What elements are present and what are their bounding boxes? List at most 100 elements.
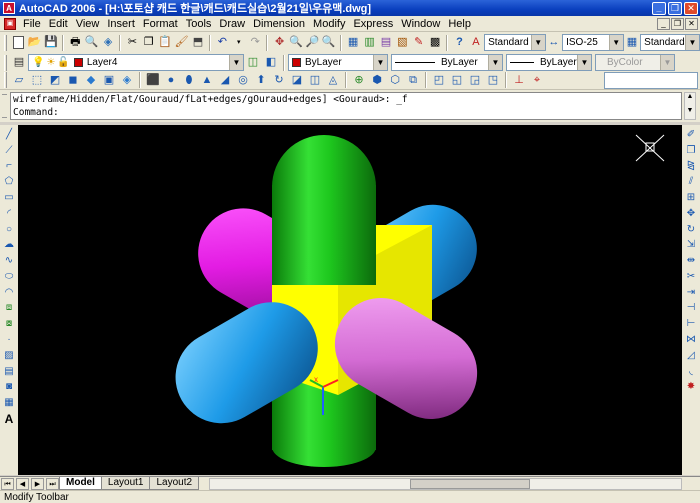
make-object-layer-current-icon[interactable]: ◫ (245, 55, 261, 71)
join-icon[interactable]: ⋈ (684, 333, 699, 348)
text-style-icon[interactable]: A (469, 35, 483, 51)
dim-style-icon[interactable]: ↔ (547, 35, 561, 51)
sphere-icon[interactable]: ● (163, 72, 179, 88)
menu-view[interactable]: View (72, 18, 104, 30)
cone-icon[interactable]: ▲ (199, 72, 215, 88)
doc-restore-button[interactable]: ❐ (671, 17, 684, 30)
command-prompt[interactable]: Command: (13, 106, 681, 119)
block-editor-icon[interactable]: ⬒ (191, 35, 205, 51)
hidden-icon[interactable]: ◩ (47, 72, 63, 88)
array-icon[interactable]: ⊞ (684, 191, 699, 206)
zoom-previous-icon[interactable]: 🔍 (322, 35, 336, 51)
scrollbar-thumb[interactable] (410, 478, 531, 489)
intersect-icon[interactable]: ⧉ (405, 72, 421, 88)
menu-modify[interactable]: Modify (309, 18, 349, 30)
2d-wireframe-icon[interactable]: ▱ (11, 72, 27, 88)
markup-icon[interactable]: ✎ (412, 35, 426, 51)
rectangle-icon[interactable]: ▭ (2, 191, 17, 206)
make-block-icon[interactable]: ⧇ (2, 317, 17, 332)
sheet-set-icon[interactable]: ▧ (395, 35, 409, 51)
toolbar-grip[interactable] (4, 72, 7, 88)
extrude-icon[interactable]: ⬆ (253, 72, 269, 88)
menu-edit[interactable]: Edit (45, 18, 72, 30)
revision-cloud-icon[interactable]: ☁ (2, 238, 17, 253)
cut-icon[interactable]: ✂ (125, 35, 139, 51)
publish-icon[interactable]: ◈ (101, 35, 115, 51)
cylinder-icon[interactable]: ⬮ (181, 72, 197, 88)
torus-icon[interactable]: ◎ (235, 72, 251, 88)
zoom-realtime-icon[interactable]: 🔍 (289, 35, 303, 51)
open-file-icon[interactable]: 📂 (27, 35, 42, 51)
autocad-a-icon[interactable]: A (3, 2, 15, 14)
color-control-combo[interactable]: ByLayer ▼ (288, 54, 388, 71)
move-icon[interactable]: ✥ (684, 206, 699, 221)
layer-combo[interactable]: 💡 ☀ 🔓 Layer4 ▼ (28, 54, 244, 71)
match-properties-icon[interactable]: 🖌 (174, 35, 189, 51)
flat-edges-icon[interactable]: ▣ (101, 72, 117, 88)
revolve-icon[interactable]: ↻ (271, 72, 287, 88)
menu-help[interactable]: Help (444, 18, 475, 30)
toolbar-grip[interactable] (4, 54, 7, 71)
redo-icon[interactable]: ↷ (248, 35, 262, 51)
polygon-icon[interactable]: ⬠ (2, 175, 17, 190)
menu-file[interactable]: File (19, 18, 45, 30)
rotate-icon[interactable]: ↻ (684, 222, 699, 237)
model-space-viewport[interactable]: x (18, 125, 682, 475)
hatch-icon[interactable]: ▨ (2, 348, 17, 363)
table-icon[interactable]: ▦ (2, 396, 17, 411)
copy-object-icon[interactable]: ❐ (684, 143, 699, 158)
new-file-icon[interactable] (11, 35, 25, 51)
tab-layout2[interactable]: Layout2 (149, 477, 200, 490)
print-preview-icon[interactable]: 🔍 (84, 35, 99, 51)
spline-icon[interactable]: ∿ (2, 254, 17, 269)
linetype-control-combo[interactable]: ByLayer ▼ (391, 54, 503, 71)
point-icon[interactable]: · (2, 333, 17, 348)
subtract-icon[interactable]: ⬡ (387, 72, 403, 88)
multiline-text-icon[interactable]: A (2, 411, 17, 426)
dim-style-combo[interactable]: ISO-25 ▼ (562, 34, 624, 51)
break-icon[interactable]: ⊢ (684, 317, 699, 332)
doc-minimize-button[interactable]: _ (657, 17, 670, 30)
region-icon[interactable]: ◙ (2, 380, 17, 395)
undo-icon[interactable]: ↶ (215, 35, 229, 51)
text-style-combo[interactable]: Standard ▼ (484, 34, 546, 51)
ellipse-icon[interactable]: ⬭ (2, 269, 17, 284)
flat-shaded-icon[interactable]: ◼ (65, 72, 81, 88)
box-icon[interactable]: ⬛ (145, 72, 161, 88)
doc-close-button[interactable]: ✕ (685, 17, 698, 30)
command-scrollbar[interactable]: ▲ ▼ (684, 92, 696, 120)
explode-icon[interactable]: ✸ (684, 380, 699, 395)
first-tab-button[interactable]: ⏮ (1, 477, 14, 490)
ucs-origin-icon[interactable]: ⌖ (529, 72, 545, 88)
construction-line-icon[interactable]: ⟋ (2, 143, 17, 158)
front-view-icon[interactable]: ◱ (449, 72, 465, 88)
properties-icon[interactable]: ▦ (346, 35, 360, 51)
paste-icon[interactable]: 📋 (158, 35, 172, 51)
minimize-button[interactable]: _ (652, 1, 666, 15)
menu-draw[interactable]: Draw (215, 18, 249, 30)
named-ucs-combo[interactable] (604, 71, 698, 89)
layer-manager-icon[interactable]: ▤ (11, 55, 27, 71)
layer-previous-icon[interactable]: ◧ (263, 55, 279, 71)
offset-icon[interactable]: ⫽ (684, 175, 699, 190)
menu-express[interactable]: Express (349, 18, 397, 30)
gouraud-edges-icon[interactable]: ◈ (119, 72, 135, 88)
insert-block-icon[interactable]: ⧈ (2, 301, 17, 316)
last-tab-button[interactable]: ⏭ (46, 477, 59, 490)
pan-realtime-icon[interactable]: ✥ (272, 35, 286, 51)
fillet-icon[interactable]: ◟ (684, 364, 699, 379)
3d-wireframe-icon[interactable]: ⬚ (29, 72, 45, 88)
document-icon[interactable]: ▣ (4, 17, 16, 30)
interfere-icon[interactable]: ◬ (325, 72, 341, 88)
wedge-icon[interactable]: ◢ (217, 72, 233, 88)
copy-icon[interactable]: ❐ (142, 35, 156, 51)
tab-layout1[interactable]: Layout1 (100, 477, 151, 490)
polyline-icon[interactable]: ⌐ (2, 159, 17, 174)
scale-icon[interactable]: ⇲ (684, 238, 699, 253)
ellipse-arc-icon[interactable]: ◠ (2, 285, 17, 300)
ne-iso-view-icon[interactable]: ◳ (485, 72, 501, 88)
save-icon[interactable]: 💾 (44, 35, 58, 51)
next-tab-button[interactable]: ▶ (31, 477, 44, 490)
top-view-icon[interactable]: ◰ (431, 72, 447, 88)
tool-palettes-icon[interactable]: ▤ (379, 35, 393, 51)
